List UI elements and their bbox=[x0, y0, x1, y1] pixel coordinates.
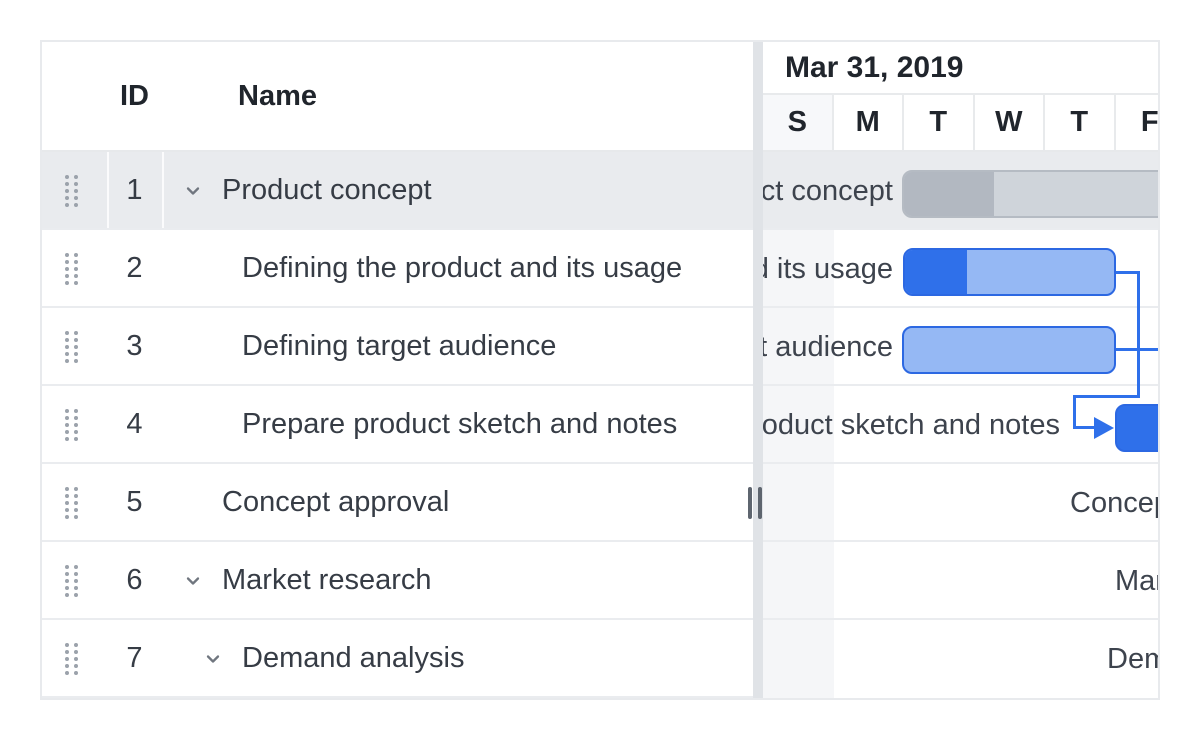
link-2-4 bbox=[1073, 395, 1140, 398]
task-name: Product concept bbox=[222, 152, 432, 228]
day-cell-fri: F bbox=[1116, 95, 1159, 150]
drag-handle-icon[interactable] bbox=[65, 643, 69, 647]
grid-row-5[interactable]: 5 Concept approval bbox=[42, 464, 753, 542]
drag-handle-icon[interactable] bbox=[65, 565, 69, 569]
task-bar-4[interactable] bbox=[1115, 404, 1158, 452]
task-id: 2 bbox=[107, 230, 162, 306]
grid-timeline-splitter[interactable] bbox=[753, 42, 763, 698]
bar-label-4: Prepare product sketch and notes bbox=[763, 386, 1060, 464]
grid-row-1[interactable]: 1 Product concept bbox=[42, 152, 753, 230]
bar-label-6: Market research bbox=[1115, 542, 1158, 620]
chevron-down-icon[interactable] bbox=[183, 181, 203, 201]
grid-row-4[interactable]: 4 Prepare product sketch and notes bbox=[42, 386, 753, 464]
bar-label-2: Defining the product and its usage bbox=[763, 230, 893, 308]
column-header-id: ID bbox=[107, 42, 162, 150]
task-name: Defining target audience bbox=[242, 308, 556, 384]
grid-row-6[interactable]: 6 Market research bbox=[42, 542, 753, 620]
day-cell-mon: M bbox=[834, 95, 905, 150]
task-bar-3[interactable] bbox=[902, 326, 1116, 374]
task-name: Defining the product and its usage bbox=[242, 230, 682, 306]
task-bar-2[interactable] bbox=[903, 248, 1116, 296]
progress-fill bbox=[905, 250, 967, 296]
task-name: Demand analysis bbox=[242, 620, 464, 696]
timeline-day-header: S M T W T F bbox=[763, 95, 1158, 152]
grid-row-7[interactable]: 7 Demand analysis bbox=[42, 620, 753, 698]
link-3-5 bbox=[1114, 348, 1158, 351]
drag-handle-icon[interactable] bbox=[65, 487, 69, 491]
task-bar-1-project[interactable] bbox=[902, 170, 1158, 218]
day-cell-thu: T bbox=[1045, 95, 1116, 150]
link-2-4 bbox=[1137, 271, 1140, 398]
task-id: 6 bbox=[107, 542, 162, 618]
bar-label-3: Defining target audience bbox=[763, 308, 893, 386]
task-name: Prepare product sketch and notes bbox=[242, 386, 677, 462]
task-id: 7 bbox=[107, 620, 162, 696]
row-divider bbox=[763, 618, 1158, 620]
link-arrow-icon bbox=[1094, 417, 1114, 439]
column-header-name: Name bbox=[238, 42, 317, 150]
drag-handle-icon[interactable] bbox=[65, 253, 69, 257]
progress-fill bbox=[904, 172, 994, 218]
bar-label-1: Product concept bbox=[763, 152, 893, 230]
grid-header: ID Name bbox=[42, 42, 753, 152]
grid-row-2[interactable]: 2 Defining the product and its usage bbox=[42, 230, 753, 308]
drag-handle-icon[interactable] bbox=[65, 175, 69, 179]
drag-handle-icon[interactable] bbox=[65, 409, 69, 413]
timeline-month-header: Mar 31, 2019 bbox=[763, 42, 1158, 95]
chevron-down-icon[interactable] bbox=[203, 649, 223, 669]
link-2-4 bbox=[1073, 395, 1076, 429]
day-cell-sun: S bbox=[763, 95, 834, 150]
task-grid: ID Name 1 Product concept 2 Defining the… bbox=[42, 42, 753, 698]
month-label: Mar 31, 2019 bbox=[785, 42, 963, 93]
task-id: 1 bbox=[107, 152, 162, 228]
progress-fill bbox=[1117, 406, 1158, 452]
task-id: 3 bbox=[107, 308, 162, 384]
task-id: 5 bbox=[107, 464, 162, 540]
chevron-down-icon[interactable] bbox=[183, 571, 203, 591]
day-cell-wed: W bbox=[975, 95, 1046, 150]
task-name: Concept approval bbox=[222, 464, 449, 540]
column-divider bbox=[162, 152, 164, 228]
day-cell-tue: T bbox=[904, 95, 975, 150]
drag-handle-icon[interactable] bbox=[65, 331, 69, 335]
splitter-grip-icon[interactable] bbox=[758, 487, 762, 519]
gantt-widget: ID Name 1 Product concept 2 Defining the… bbox=[42, 42, 1158, 698]
task-id: 4 bbox=[107, 386, 162, 462]
grid-row-3[interactable]: 3 Defining target audience bbox=[42, 308, 753, 386]
splitter-grip-icon[interactable] bbox=[748, 487, 752, 519]
timeline: Mar 31, 2019 S M T W T F Product concept… bbox=[763, 42, 1158, 698]
task-name: Market research bbox=[222, 542, 432, 618]
bar-label-5: Concept approval bbox=[1070, 464, 1158, 542]
bar-label-7: Demand analysis bbox=[1107, 620, 1158, 698]
